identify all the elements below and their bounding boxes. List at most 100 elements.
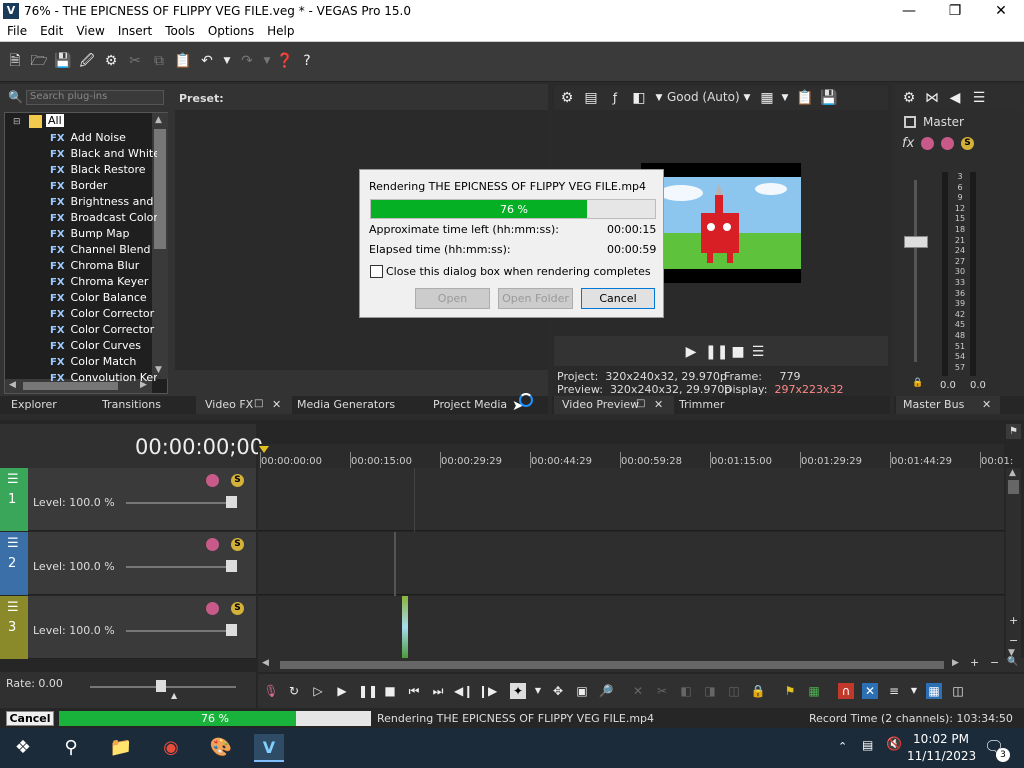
plugin-item[interactable]: FX Channel Blend [50,243,157,259]
cut-icon[interactable]: ✂ [126,52,144,70]
play-icon[interactable]: ▶ [334,683,350,699]
track-lane-2[interactable] [258,532,1004,595]
ignore-grouping-icon[interactable]: ◫ [950,683,966,699]
open-folder-icon[interactable]: 🗁 [30,52,48,70]
track-header[interactable]: ☰ 2 S Level: 100.0 % [0,532,256,595]
delete-icon[interactable]: ✕ [630,683,646,699]
auto-crossfade-icon[interactable]: ✕ [862,683,878,699]
go-to-start-icon[interactable]: ⏮ [406,683,422,699]
minimize-button[interactable]: — [886,0,932,22]
menu-insert[interactable]: Insert [111,22,158,38]
paint-icon[interactable]: 🎨 [206,734,236,762]
master-settings-icon[interactable]: ⚙ [900,89,918,107]
preview-quality-select[interactable]: Good (Auto) [667,90,740,104]
volume-muted-icon[interactable]: 🔇 [886,737,902,752]
preview-properties-icon[interactable]: ▤ [582,89,600,107]
tab-video-fx-undock-icon[interactable]: □ [254,398,263,409]
zoom-tool-icon[interactable]: 🔎 [598,683,614,699]
pause-icon[interactable]: ❚❚ [358,683,378,699]
auto-ripple-dropdown-icon[interactable]: ▼ [906,683,922,699]
plugin-item[interactable]: FX Color Match [50,355,157,371]
timeline-vertical-scrollbar[interactable]: ▲ + − ▼ [1006,468,1021,658]
marker-flag-icon[interactable]: ⚑ [1006,424,1021,439]
plugin-item[interactable]: FX Color Corrector (S [50,323,157,339]
preview-menu-icon[interactable]: ☰ [749,343,767,361]
tab-master-bus[interactable]: Master Bus [903,398,964,411]
close-when-done-checkbox[interactable] [370,265,383,278]
master-insert-fx-icon[interactable] [921,137,934,150]
plugin-item[interactable]: FX Convolution Kernel [50,371,157,387]
tab-master-bus-close-icon[interactable]: ✕ [982,398,991,411]
media-clip[interactable] [402,596,408,658]
master-mute-icon[interactable] [941,137,954,150]
clock-time[interactable]: 10:02 PM [911,732,971,746]
split-screen-dropdown-icon[interactable]: ▼ [650,89,668,107]
start-windows-icon[interactable]: ❖ [8,734,38,762]
redo-dropdown-icon[interactable]: ▼ [258,52,276,70]
tab-video-fx-close-icon[interactable]: ✕ [272,398,281,411]
status-cancel-button[interactable]: Cancel [6,711,54,726]
master-mixer-icon[interactable]: ☰ [970,89,988,107]
tab-video-fx[interactable]: Video FX [205,398,253,411]
save-icon[interactable]: 💾 [54,52,72,70]
trim-icon[interactable]: ✂ [654,683,670,699]
track-mute-icon[interactable] [206,538,219,551]
previous-frame-icon[interactable]: ◀❙ [454,683,473,699]
tab-explorer[interactable]: Explorer [11,398,57,411]
plugin-item[interactable]: FX Color Balance [50,291,157,307]
tree-collapse-icon[interactable]: ⊟ [13,117,21,127]
plugin-item[interactable]: FX Black and White [50,147,157,163]
record-icon[interactable]: 🎙 [263,683,279,699]
plugin-item[interactable]: FX Bump Map [50,227,157,243]
undo-icon[interactable]: ↶ [198,52,216,70]
save-as-icon[interactable]: 🖉 [78,52,96,70]
master-downmix-icon[interactable]: ◀ [946,89,964,107]
copy-snapshot-icon[interactable]: 📋 [796,89,814,107]
plugin-item[interactable]: FX Broadcast Colors [50,211,157,227]
redo-icon[interactable]: ↷ [238,52,256,70]
rate-slider-handle[interactable] [156,680,166,692]
tray-chevron-icon[interactable]: ⌃ [838,740,847,753]
track-menu-icon[interactable]: ☰ [7,536,19,551]
track-mute-icon[interactable] [206,474,219,487]
timeline-horizontal-scrollbar[interactable]: ◀ ▶ + − 🔍 [258,656,1024,672]
overlays-grid-icon[interactable]: ▦ [758,89,776,107]
chrome-icon[interactable]: ◉ [156,734,186,762]
preview-fx-icon[interactable]: ƒ [606,89,624,107]
plugin-item[interactable]: FX Brightness and Co [50,195,157,211]
copy-icon[interactable]: ⧉ [150,52,168,70]
menu-view[interactable]: View [69,22,110,38]
edit-tool-dropdown-icon[interactable]: ▼ [530,683,546,699]
help-icon[interactable]: ? [298,52,316,70]
trim-end-icon[interactable]: ◨ [702,683,718,699]
overlays-dropdown-icon[interactable]: ▼ [776,89,794,107]
track-menu-icon[interactable]: ☰ [7,472,19,487]
track-lane-1[interactable] [258,468,1004,531]
tab-media-generators[interactable]: Media Generators [297,398,395,411]
tab-video-preview[interactable]: Video Preview [562,398,639,411]
whats-this-help-icon[interactable]: ❓ [276,52,294,70]
open-button[interactable]: Open [415,288,490,309]
track-menu-icon[interactable]: ☰ [7,600,19,615]
split-icon[interactable]: ◫ [726,683,742,699]
tree-root-all[interactable]: All [46,114,64,127]
plugin-item[interactable]: FX Chroma Blur [50,259,157,275]
quality-dropdown-icon[interactable]: ▼ [738,89,756,107]
track-mute-icon[interactable] [206,602,219,615]
tab-project-media[interactable]: Project Media [433,398,507,411]
lock-icon[interactable]: 🔒 [750,683,766,699]
insert-marker-icon[interactable]: ⚑ [782,683,798,699]
loop-playback-icon[interactable]: ↻ [286,683,302,699]
lock-envelopes-icon[interactable]: ▦ [926,683,942,699]
save-snapshot-icon[interactable]: 💾 [820,89,838,107]
menu-options[interactable]: Options [201,22,260,38]
master-fx-icon[interactable]: fx [902,136,914,151]
tab-trimmer[interactable]: Trimmer [679,398,724,411]
plugin-item[interactable]: FX Color Corrector [50,307,157,323]
track-solo-icon[interactable]: S [231,602,244,615]
master-fader-handle[interactable] [904,236,928,248]
menu-tools[interactable]: Tools [158,22,201,38]
plugin-item[interactable]: FX Black Restore [50,163,157,179]
insert-region-icon[interactable]: ▦ [806,683,822,699]
menu-edit[interactable]: Edit [33,22,69,38]
